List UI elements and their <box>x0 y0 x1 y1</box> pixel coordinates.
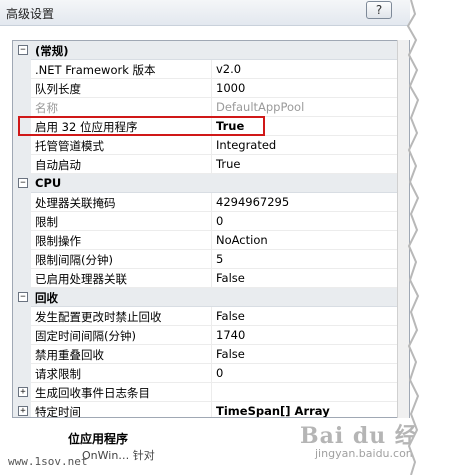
property-value[interactable]: TimeSpan[] Array <box>216 404 330 417</box>
column-separator <box>211 402 212 417</box>
category-label: CPU <box>35 176 62 190</box>
property-value[interactable]: 1740 <box>216 328 245 342</box>
column-separator <box>211 193 212 212</box>
row-gutter <box>13 326 31 345</box>
property-value[interactable]: 1000 <box>216 81 245 95</box>
property-row[interactable]: 自动启动 True <box>13 155 409 174</box>
property-row[interactable]: + 特定时间 TimeSpan[] Array <box>13 402 409 418</box>
property-name: 限制操作 <box>35 234 81 248</box>
property-name: 名称 <box>35 101 58 115</box>
row-gutter <box>13 212 31 231</box>
property-value[interactable]: False <box>216 347 245 361</box>
property-name: .NET Framework 版本 <box>35 63 156 77</box>
site-url: www.1sov.net <box>8 455 88 468</box>
property-row[interactable]: 发生配置更改时禁止回收 False <box>13 307 409 326</box>
collapse-icon[interactable]: − <box>18 292 28 302</box>
column-separator <box>211 383 212 402</box>
property-name: 生成回收事件日志条目 <box>35 386 150 400</box>
category-label: 回收 <box>35 291 58 305</box>
column-separator <box>211 307 212 326</box>
category-row[interactable]: − 回收 <box>13 288 409 307</box>
property-value[interactable]: 5 <box>216 252 223 266</box>
property-row[interactable]: 固定时间间隔(分钟) 1740 <box>13 326 409 345</box>
column-separator <box>211 60 212 79</box>
property-row[interactable]: 限制间隔(分钟) 5 <box>13 250 409 269</box>
property-name: 处理器关联掩码 <box>35 196 116 210</box>
property-row[interactable]: .NET Framework 版本 v2.0 <box>13 60 409 79</box>
property-row[interactable]: 限制 0 <box>13 212 409 231</box>
help-button[interactable]: ? <box>366 1 392 19</box>
row-gutter <box>13 231 31 250</box>
torn-edge <box>406 0 451 475</box>
property-name: 限制间隔(分钟) <box>35 253 113 267</box>
property-name: 自动启动 <box>35 158 81 172</box>
column-separator <box>211 136 212 155</box>
property-value[interactable]: True <box>216 157 240 171</box>
property-name: 限制 <box>35 215 58 229</box>
property-value[interactable]: False <box>216 271 245 285</box>
highlight-box <box>18 116 265 136</box>
property-name: 托管管道模式 <box>35 139 104 153</box>
row-gutter <box>13 60 31 79</box>
row-gutter <box>13 136 31 155</box>
property-value[interactable]: NoAction <box>216 233 268 247</box>
property-value[interactable]: Integrated <box>216 138 276 152</box>
row-gutter <box>13 345 31 364</box>
property-name: 请求限制 <box>35 367 81 381</box>
column-separator <box>211 269 212 288</box>
property-value[interactable]: v2.0 <box>216 62 241 76</box>
category-label: (常规) <box>35 44 69 58</box>
property-row[interactable]: 已启用处理器关联 False <box>13 269 409 288</box>
row-gutter <box>13 193 31 212</box>
property-row[interactable]: 名称 DefaultAppPool <box>13 98 409 117</box>
property-name: 固定时间间隔(分钟) <box>35 329 136 343</box>
property-name: 队列长度 <box>35 82 81 96</box>
column-separator <box>211 345 212 364</box>
property-name: 发生配置更改时禁止回收 <box>35 310 162 324</box>
column-separator <box>211 98 212 117</box>
row-gutter <box>13 79 31 98</box>
expand-icon[interactable]: + <box>18 387 28 397</box>
property-row[interactable]: 请求限制 0 <box>13 364 409 383</box>
column-separator <box>211 79 212 98</box>
baidu-watermark-url: jingyan.baidu.com <box>315 447 417 460</box>
property-value[interactable]: 4294967295 <box>216 195 289 209</box>
property-row[interactable]: 禁用重叠回收 False <box>13 345 409 364</box>
description-text: OnWin… 针对 <box>82 449 155 462</box>
expand-icon[interactable]: + <box>18 406 28 416</box>
column-separator <box>211 364 212 383</box>
row-gutter <box>13 364 31 383</box>
category-row[interactable]: − (常规) <box>13 41 409 60</box>
window-title: 高级设置 <box>6 7 55 21</box>
description-title: 位应用程序 <box>68 432 129 446</box>
advanced-settings-dialog: 高级设置 ? − (常规) .NET Framework 版本 v2.0 队列长度 100… <box>0 0 451 475</box>
row-gutter <box>13 155 31 174</box>
property-row[interactable]: 限制操作 NoAction <box>13 231 409 250</box>
row-gutter <box>13 98 31 117</box>
property-value[interactable]: False <box>216 309 245 323</box>
row-gutter <box>13 250 31 269</box>
column-separator <box>211 155 212 174</box>
property-value[interactable]: 0 <box>216 214 223 228</box>
property-name: 特定时间 <box>35 405 81 418</box>
property-name: 已启用处理器关联 <box>35 272 127 286</box>
property-value: DefaultAppPool <box>216 100 305 114</box>
row-gutter <box>13 307 31 326</box>
property-row[interactable]: 队列长度 1000 <box>13 79 409 98</box>
column-separator <box>211 326 212 345</box>
column-separator <box>211 231 212 250</box>
column-separator <box>211 250 212 269</box>
category-row[interactable]: − CPU <box>13 174 409 193</box>
property-row[interactable]: 托管管道模式 Integrated <box>13 136 409 155</box>
row-gutter <box>13 269 31 288</box>
column-separator <box>211 212 212 231</box>
property-name: 禁用重叠回收 <box>35 348 104 362</box>
collapse-icon[interactable]: − <box>18 178 28 188</box>
collapse-icon[interactable]: − <box>18 45 28 55</box>
property-value[interactable]: 0 <box>216 366 223 380</box>
property-grid: − (常规) .NET Framework 版本 v2.0 队列长度 1000 名称 Defa… <box>12 40 410 418</box>
property-row[interactable]: + 生成回收事件日志条目 <box>13 383 409 402</box>
title-bar: 高级设置 ? <box>0 0 410 26</box>
property-row[interactable]: 处理器关联掩码 4294967295 <box>13 193 409 212</box>
